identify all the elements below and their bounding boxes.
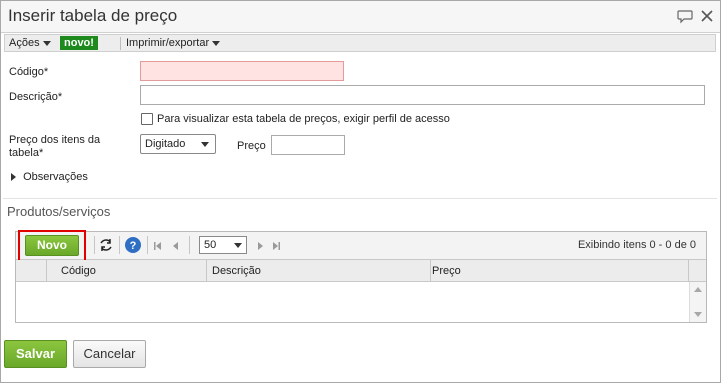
imprimir-exportar-menu[interactable]: Imprimir/exportar (126, 35, 221, 51)
action-menubar: Ações novo! Imprimir/exportar (4, 34, 716, 52)
title-bar: Inserir tabela de preço (1, 1, 720, 33)
items-status: Exibindo itens 0 - 0 de 0 (577, 239, 696, 251)
last-page-icon[interactable] (271, 241, 281, 251)
new-badge: novo! (60, 36, 98, 50)
scroll-up-icon[interactable] (694, 286, 702, 292)
cancelar-button[interactable]: Cancelar (73, 340, 146, 368)
page-size-select[interactable]: 50 (199, 236, 247, 254)
preco-itens-label-line1: Preço dos itens da (9, 134, 101, 146)
page-size-value: 50 (204, 239, 217, 251)
salvar-button[interactable]: Salvar (4, 340, 67, 368)
toolbar-divider (189, 236, 190, 254)
access-profile-checkbox[interactable] (141, 113, 153, 125)
chevron-down-icon (42, 40, 51, 46)
grid-header: Código Descrição Preço (16, 260, 706, 282)
prev-page-icon[interactable] (171, 241, 181, 251)
chevron-down-icon (201, 142, 209, 147)
preco-itens-selected: Digitado (145, 138, 186, 150)
imprimir-exportar-label: Imprimir/exportar (126, 37, 210, 49)
column-header-preco[interactable]: Preço (430, 260, 688, 282)
codigo-input[interactable] (140, 61, 344, 81)
observacoes-toggle[interactable]: Observações (11, 171, 88, 185)
chevron-down-icon (212, 40, 221, 46)
toolbar-divider (147, 236, 148, 254)
descricao-label: Descrição* (9, 91, 63, 103)
section-divider (3, 198, 717, 199)
access-profile-label: Para visualizar esta tabela de preços, e… (157, 113, 450, 125)
produtos-grid: Novo ? 50 Exibindo itens 0 - 0 de 0 Códi… (15, 230, 707, 323)
close-icon[interactable] (698, 7, 716, 25)
produtos-section-title: Produtos/serviços (7, 204, 111, 219)
preco-itens-label-line2: tabela* (9, 147, 44, 159)
menu-divider (120, 37, 121, 50)
svg-text:?: ? (130, 240, 137, 252)
codigo-label: Código* (9, 66, 49, 78)
acoes-menu-label: Ações (9, 37, 40, 49)
next-page-icon[interactable] (255, 241, 265, 251)
column-header-spacer (688, 260, 706, 282)
novo-button[interactable]: Novo (25, 235, 79, 256)
dialog-window: Inserir tabela de preço Ações novo! Impr… (0, 0, 721, 383)
grid-scrollbar[interactable] (689, 282, 706, 322)
first-page-icon[interactable] (153, 241, 163, 251)
column-header-descricao[interactable]: Descrição (206, 260, 430, 282)
toolbar-divider (94, 236, 95, 254)
descricao-input[interactable] (140, 85, 705, 105)
acoes-menu[interactable]: Ações (9, 35, 51, 51)
expand-triangle-icon (11, 173, 16, 182)
dialog-title: Inserir tabela de preço (8, 6, 178, 25)
column-header-codigo[interactable]: Código (46, 260, 206, 282)
grid-toolbar: Novo ? 50 Exibindo itens 0 - 0 de 0 (16, 230, 706, 262)
preco-itens-select[interactable]: Digitado (140, 134, 216, 154)
scroll-down-icon[interactable] (694, 312, 702, 318)
preco-input[interactable] (271, 135, 345, 155)
comment-icon[interactable] (676, 7, 694, 25)
refresh-icon[interactable] (98, 237, 114, 253)
chevron-down-icon (234, 243, 242, 248)
help-icon[interactable]: ? (124, 236, 142, 254)
observacoes-label: Observações (23, 171, 88, 183)
toolbar-divider (119, 236, 120, 254)
preco-label: Preço (237, 140, 266, 152)
